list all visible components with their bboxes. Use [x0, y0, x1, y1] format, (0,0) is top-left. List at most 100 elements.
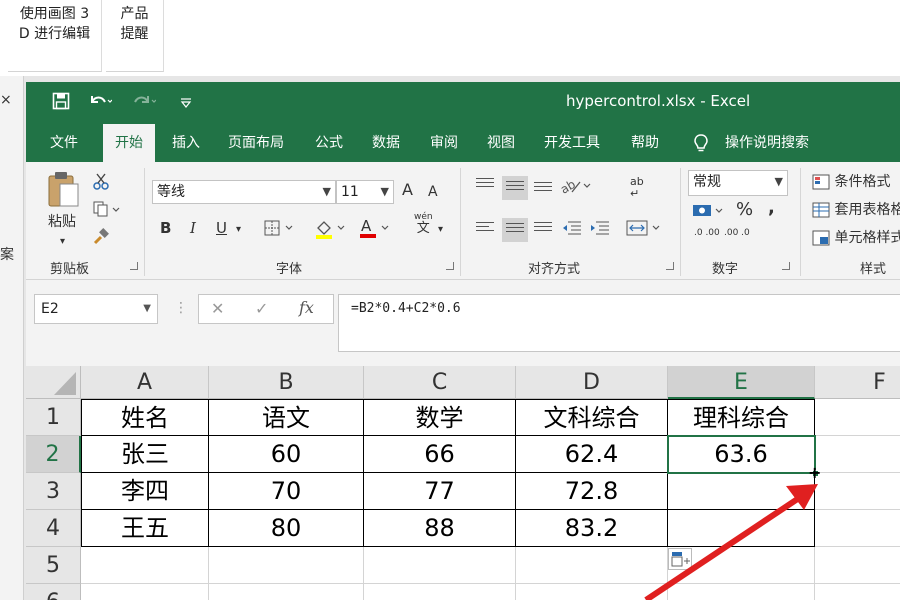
cell-a6[interactable] — [81, 584, 209, 600]
align-right-icon[interactable] — [534, 222, 552, 236]
product-reminder-item[interactable]: 产品 提醒 — [106, 0, 164, 72]
column-header-a[interactable]: A — [81, 366, 209, 399]
row-header-3[interactable]: 3 — [26, 473, 81, 510]
phonetic-dropdown-icon[interactable]: ▾ — [438, 220, 443, 240]
cell-c3[interactable]: 77 — [364, 473, 516, 510]
cell-b5[interactable] — [209, 547, 364, 584]
align-left-icon[interactable] — [476, 222, 494, 236]
column-header-f[interactable]: F — [815, 366, 900, 399]
tab-review[interactable]: 审阅 — [430, 124, 458, 162]
wrap-text-icon[interactable]: ab ↵ — [630, 176, 644, 200]
tab-view[interactable]: 视图 — [487, 124, 515, 162]
conditional-formatting-button[interactable]: 条件格式 — [812, 172, 890, 192]
row-header-4[interactable]: 4 — [26, 510, 81, 547]
merge-center-icon[interactable] — [626, 220, 662, 242]
cell-d1[interactable]: 文科综合 — [516, 399, 668, 436]
cell-c6[interactable] — [364, 584, 516, 600]
undo-icon[interactable] — [88, 92, 113, 115]
cell-f1[interactable] — [815, 399, 900, 436]
align-bottom-icon[interactable] — [534, 182, 552, 196]
cell-a5[interactable] — [81, 547, 209, 584]
paste-dropdown-icon[interactable]: ▾ — [60, 232, 65, 252]
align-top-icon[interactable] — [476, 178, 494, 192]
column-header-c[interactable]: C — [364, 366, 516, 399]
increase-indent-icon[interactable] — [590, 220, 610, 242]
number-launcher-icon[interactable] — [782, 262, 790, 270]
font-size-select[interactable]: 11 ▼ — [336, 180, 394, 204]
tab-home[interactable]: 开始 — [103, 124, 155, 162]
format-painter-icon[interactable] — [92, 228, 110, 252]
select-all-corner[interactable] — [26, 366, 81, 399]
name-box[interactable]: E2 ▼ — [34, 294, 158, 324]
formula-input[interactable]: =B2*0.4+C2*0.6 — [338, 294, 900, 352]
number-format-select[interactable]: 常规 ▼ — [688, 170, 788, 196]
format-as-table-button[interactable]: 套用表格格 — [812, 200, 900, 220]
cancel-icon[interactable]: ✕ — [211, 299, 224, 318]
insert-function-icon[interactable]: fx — [299, 298, 314, 317]
accounting-format-icon[interactable] — [692, 202, 726, 226]
row-header-1[interactable]: 1 — [26, 399, 81, 436]
cell-c5[interactable] — [364, 547, 516, 584]
tab-page-layout[interactable]: 页面布局 — [228, 124, 284, 162]
chevron-down-icon[interactable]: ▼ — [143, 295, 151, 323]
tab-insert[interactable]: 插入 — [172, 124, 200, 162]
alignment-launcher-icon[interactable] — [666, 262, 674, 270]
tab-file[interactable]: 文件 — [50, 124, 78, 162]
lightbulb-icon[interactable] — [692, 124, 710, 162]
font-launcher-icon[interactable] — [446, 262, 454, 270]
tab-developer[interactable]: 开发工具 — [544, 124, 600, 162]
cell-c2[interactable]: 66 — [364, 436, 516, 473]
decrease-decimal-icon[interactable]: .00 .0 — [724, 228, 750, 238]
decrease-indent-icon[interactable] — [562, 220, 582, 242]
borders-icon[interactable] — [264, 220, 296, 242]
align-center-icon[interactable] — [502, 218, 528, 242]
more-options-icon[interactable]: ⋮ — [174, 300, 188, 316]
customize-quick-access-icon[interactable] — [180, 94, 192, 114]
redo-icon[interactable] — [132, 92, 157, 115]
clipboard-launcher-icon[interactable] — [130, 262, 138, 270]
paste-icon[interactable] — [46, 170, 82, 210]
cell-b1[interactable]: 语文 — [209, 399, 364, 436]
tell-me-search[interactable]: 操作说明搜索 — [725, 124, 809, 162]
cell-b6[interactable] — [209, 584, 364, 600]
underline-dropdown-icon[interactable]: ▾ — [236, 220, 241, 240]
percent-style-button[interactable]: % — [736, 200, 753, 220]
cell-b4[interactable]: 80 — [209, 510, 364, 547]
row-header-5[interactable]: 5 — [26, 547, 81, 584]
cell-a2[interactable]: 张三 — [81, 436, 209, 473]
font-color-icon[interactable]: A — [358, 216, 392, 246]
copy-icon[interactable] — [92, 200, 120, 224]
fill-color-icon[interactable] — [314, 218, 348, 246]
paste-button[interactable]: 粘贴 — [48, 212, 76, 232]
column-header-e[interactable]: E — [668, 366, 815, 399]
comma-style-button[interactable]: , — [768, 198, 775, 218]
cell-a4[interactable]: 王五 — [81, 510, 209, 547]
close-icon[interactable]: × — [0, 92, 12, 108]
column-header-d[interactable]: D — [516, 366, 668, 399]
bold-button[interactable]: B — [160, 218, 171, 238]
tab-formulas[interactable]: 公式 — [315, 124, 343, 162]
cell-a1[interactable]: 姓名 — [81, 399, 209, 436]
grow-font-icon[interactable]: A — [402, 180, 413, 200]
cell-c4[interactable]: 88 — [364, 510, 516, 547]
column-header-b[interactable]: B — [209, 366, 364, 399]
phonetic-guide-icon[interactable]: wén 文 — [414, 212, 433, 236]
align-middle-icon[interactable] — [502, 176, 528, 200]
cell-a3[interactable]: 李四 — [81, 473, 209, 510]
cut-icon[interactable] — [92, 172, 110, 196]
cell-c1[interactable]: 数学 — [364, 399, 516, 436]
save-icon[interactable] — [52, 92, 70, 115]
cell-b3[interactable]: 70 — [209, 473, 364, 510]
tab-data[interactable]: 数据 — [372, 124, 400, 162]
row-header-2[interactable]: 2 — [26, 436, 81, 473]
tab-help[interactable]: 帮助 — [631, 124, 659, 162]
shrink-font-icon[interactable]: A — [428, 182, 438, 202]
underline-button[interactable]: U — [216, 218, 227, 238]
orientation-icon[interactable]: ab — [558, 176, 592, 202]
cell-styles-button[interactable]: 单元格样式 — [812, 228, 900, 248]
paint3d-edit-item[interactable]: 使用画图 3 D 进行编辑 — [8, 0, 102, 72]
cell-b2[interactable]: 60 — [209, 436, 364, 473]
italic-button[interactable]: I — [190, 218, 196, 238]
increase-decimal-icon[interactable]: .0 .00 — [694, 228, 720, 238]
font-name-select[interactable]: 等线 ▼ — [152, 180, 336, 204]
